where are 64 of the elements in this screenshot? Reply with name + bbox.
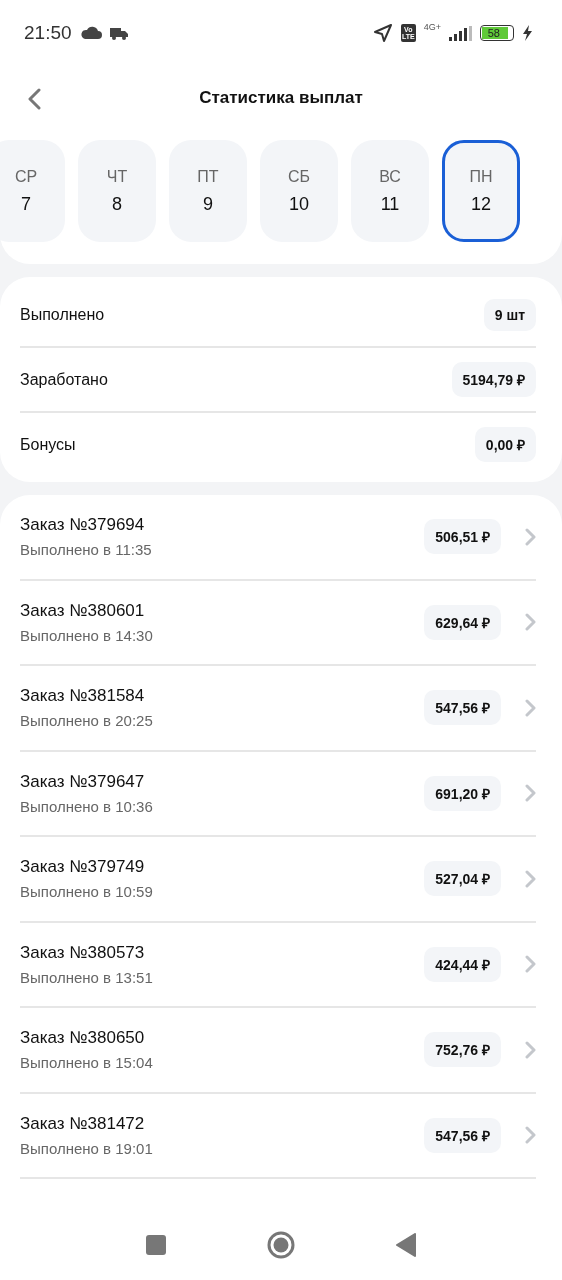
home-button[interactable] xyxy=(267,1231,295,1259)
order-amount: 691,20 ₽ xyxy=(424,775,501,811)
day-tab[interactable]: ПН 12 xyxy=(442,140,520,242)
summary-value: 0,00 ₽ xyxy=(474,427,536,462)
day-tab[interactable]: СР 7 xyxy=(0,140,65,242)
order-time: Выполнено в 19:01 xyxy=(20,1139,154,1157)
order-title: Заказ №380573 xyxy=(20,942,146,963)
order-row[interactable]: Заказ №380650 Выполнено в 15:04 752,76 ₽ xyxy=(20,1008,536,1094)
summary-label: Заработано xyxy=(20,370,108,389)
order-title: Заказ №379749 xyxy=(20,857,146,878)
recent-apps-button[interactable] xyxy=(145,1234,167,1256)
order-time: Выполнено в 20:25 xyxy=(20,712,154,730)
order-row[interactable]: Заказ №379694 Выполнено в 11:35 506,51 ₽ xyxy=(20,495,536,581)
charging-icon xyxy=(522,25,532,41)
order-time: Выполнено в 13:51 xyxy=(20,968,154,986)
order-time: Выполнено в 11:35 xyxy=(20,541,153,559)
chevron-right-icon xyxy=(525,784,536,803)
order-row[interactable]: Заказ №380573 Выполнено в 13:51 424,44 ₽ xyxy=(20,922,536,1008)
chevron-right-icon xyxy=(525,613,536,632)
square-icon xyxy=(145,1234,167,1256)
order-amount: 629,64 ₽ xyxy=(424,604,501,640)
summary-label: Выполнено xyxy=(20,305,105,324)
triangle-icon xyxy=(395,1233,417,1257)
order-time: Выполнено в 10:59 xyxy=(20,883,154,901)
day-tab[interactable]: СБ 10 xyxy=(260,140,338,242)
battery-indicator: 58 xyxy=(480,25,514,41)
order-amount: 752,76 ₽ xyxy=(424,1032,501,1068)
order-amount: 547,56 ₽ xyxy=(424,1117,501,1153)
day-tab[interactable]: ЧТ 8 xyxy=(78,140,156,242)
order-amount: 424,44 ₽ xyxy=(424,946,501,982)
day-tab[interactable]: ПТ 9 xyxy=(169,140,247,242)
order-title: Заказ №379694 xyxy=(20,515,146,536)
signal-icon xyxy=(449,25,472,41)
location-arrow-icon xyxy=(372,23,393,43)
circle-icon xyxy=(267,1231,295,1259)
summary-value: 5194,79 ₽ xyxy=(451,362,536,397)
order-title: Заказ №381472 xyxy=(20,1113,146,1134)
summary-label: Бонусы xyxy=(20,435,76,454)
order-row[interactable]: Заказ №381584 Выполнено в 20:25 547,56 ₽ xyxy=(20,666,536,752)
order-row[interactable]: Заказ №379749 Выполнено в 10:59 527,04 ₽ xyxy=(20,837,536,923)
screen-title: Статистика выплат xyxy=(199,88,363,108)
order-row[interactable]: Заказ №379647 Выполнено в 10:36 691,20 ₽ xyxy=(20,751,536,837)
chevron-right-icon xyxy=(525,955,536,974)
order-title: Заказ №380650 xyxy=(20,1028,146,1049)
day-tab[interactable]: ВС 11 xyxy=(351,140,429,242)
chevron-right-icon xyxy=(525,1126,536,1145)
order-amount: 547,56 ₽ xyxy=(424,690,501,726)
order-time: Выполнено в 10:36 xyxy=(20,797,154,815)
back-nav-button[interactable] xyxy=(395,1233,417,1257)
order-amount: 506,51 ₽ xyxy=(424,519,501,555)
truck-icon xyxy=(109,26,128,40)
order-amount: 527,04 ₽ xyxy=(424,861,501,897)
summary-value: 9 шт xyxy=(483,298,536,331)
order-title: Заказ №379647 xyxy=(20,771,146,792)
status-time: 21:50 xyxy=(24,22,72,44)
chevron-left-icon xyxy=(26,88,42,110)
order-time: Выполнено в 15:04 xyxy=(20,1054,154,1072)
order-row[interactable]: Заказ №380601 Выполнено в 14:30 629,64 ₽ xyxy=(20,580,536,666)
network-type: 4G+ xyxy=(423,22,441,32)
order-row[interactable]: Заказ №381472 Выполнено в 19:01 547,56 ₽ xyxy=(20,1093,536,1179)
order-title: Заказ №381584 xyxy=(20,686,146,707)
order-time: Выполнено в 14:30 xyxy=(20,626,154,644)
order-title: Заказ №380601 xyxy=(20,600,146,621)
cloud-icon xyxy=(79,25,102,41)
